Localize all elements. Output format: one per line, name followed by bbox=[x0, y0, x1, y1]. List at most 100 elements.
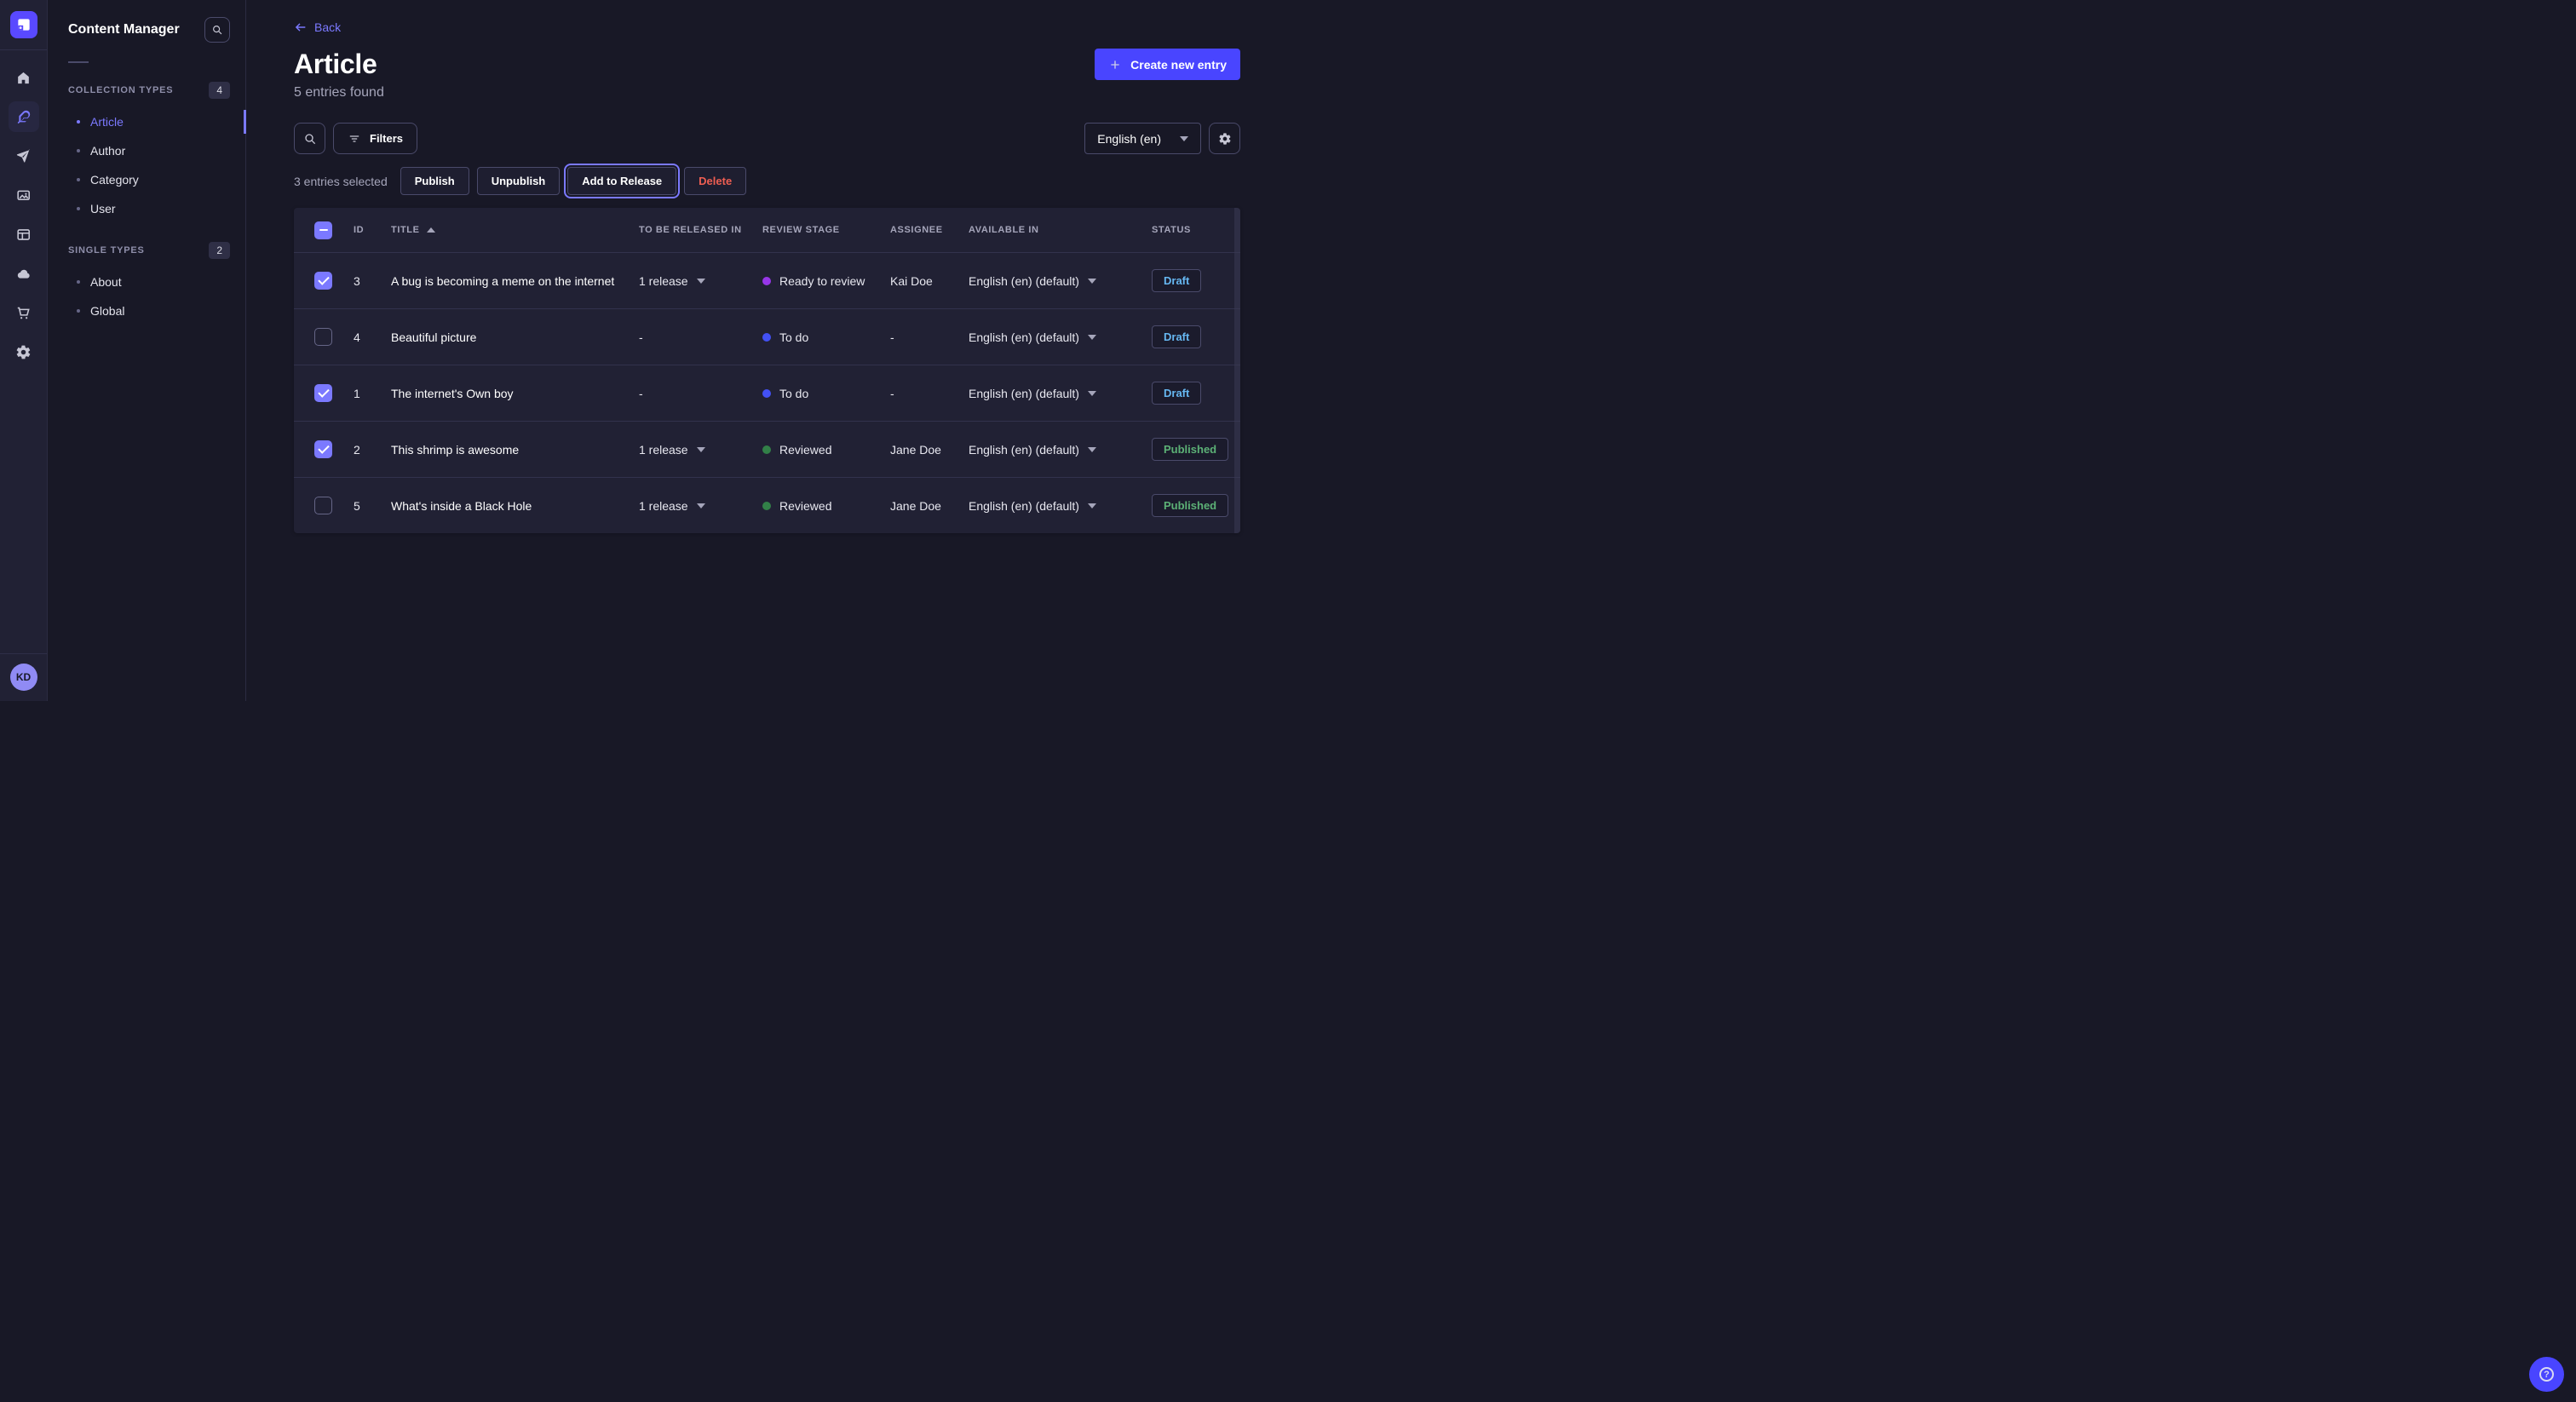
table-row[interactable]: 2 This shrimp is awesome 1 release Revie… bbox=[294, 421, 1240, 477]
release-cell[interactable]: - bbox=[639, 330, 762, 344]
section-label: SINGLE TYPES bbox=[68, 245, 145, 256]
strapi-logo[interactable] bbox=[10, 11, 37, 38]
release-caret-icon bbox=[697, 447, 705, 452]
sidebar-item-about[interactable]: About bbox=[48, 267, 245, 296]
nav-item-settings[interactable] bbox=[9, 336, 39, 367]
help-button[interactable]: ? bbox=[2529, 1357, 2564, 1392]
release-value: - bbox=[639, 387, 643, 400]
sidebar-item-category[interactable]: Category bbox=[48, 165, 245, 194]
row-checkbox[interactable] bbox=[314, 328, 332, 346]
add-to-release-button[interactable]: Add to Release bbox=[567, 167, 676, 195]
row-id: 4 bbox=[354, 330, 391, 344]
release-caret-icon bbox=[697, 503, 705, 509]
table-row[interactable]: 3 A bug is becoming a meme on the intern… bbox=[294, 252, 1240, 308]
row-title: Beautiful picture bbox=[391, 330, 639, 344]
available-in-cell[interactable]: English (en) (default) bbox=[969, 499, 1152, 513]
subnav-search-button[interactable] bbox=[204, 17, 230, 43]
column-available-in[interactable]: AVAILABLE IN bbox=[969, 225, 1152, 235]
release-caret-icon bbox=[697, 279, 705, 284]
status-cell: Published bbox=[1152, 494, 1233, 517]
release-cell[interactable]: - bbox=[639, 387, 762, 400]
section-label: COLLECTION TYPES bbox=[68, 85, 173, 95]
locale-select[interactable]: English (en) bbox=[1084, 123, 1201, 154]
filters-button[interactable]: Filters bbox=[333, 123, 417, 154]
column-status[interactable]: STATUS bbox=[1152, 225, 1233, 235]
column-assignee[interactable]: ASSIGNEE bbox=[890, 225, 969, 235]
table-row[interactable]: 4 Beautiful picture - To do - English (e… bbox=[294, 308, 1240, 365]
view-settings-button[interactable] bbox=[1209, 123, 1240, 154]
sidebar-item-article[interactable]: Article bbox=[48, 107, 245, 136]
feather-icon bbox=[15, 109, 32, 125]
nav-item-home[interactable] bbox=[9, 62, 39, 93]
section-collection-types: COLLECTION TYPES 4 Article Author Catego… bbox=[48, 82, 245, 223]
review-stage-dot bbox=[762, 502, 771, 510]
section-count-badge: 2 bbox=[209, 242, 230, 259]
user-avatar[interactable]: KD bbox=[10, 664, 37, 691]
table-row[interactable]: 1 The internet's Own boy - To do - Engli… bbox=[294, 365, 1240, 421]
delete-button[interactable]: Delete bbox=[684, 167, 746, 195]
search-icon bbox=[303, 132, 317, 146]
back-link[interactable]: Back bbox=[294, 20, 341, 34]
status-badge: Draft bbox=[1152, 269, 1201, 292]
column-title[interactable]: TITLE bbox=[391, 225, 639, 235]
status-badge: Draft bbox=[1152, 325, 1201, 348]
sidebar-item-user[interactable]: User bbox=[48, 194, 245, 223]
row-checkbox[interactable] bbox=[314, 384, 332, 402]
publish-button[interactable]: Publish bbox=[400, 167, 469, 195]
row-checkbox[interactable] bbox=[314, 272, 332, 290]
sidebar-item-global[interactable]: Global bbox=[48, 296, 245, 325]
available-in-value: English (en) (default) bbox=[969, 387, 1079, 400]
release-cell[interactable]: 1 release bbox=[639, 499, 762, 513]
table-row[interactable]: 5 What's inside a Black Hole 1 release R… bbox=[294, 477, 1240, 533]
available-in-cell[interactable]: English (en) (default) bbox=[969, 443, 1152, 457]
assignee-cell: Jane Doe bbox=[890, 499, 969, 513]
nav-item-content-manager[interactable] bbox=[9, 101, 39, 132]
bullet-icon bbox=[77, 120, 80, 124]
search-button[interactable] bbox=[294, 123, 325, 154]
release-cell[interactable]: 1 release bbox=[639, 443, 762, 457]
row-title: What's inside a Black Hole bbox=[391, 499, 639, 513]
available-in-cell[interactable]: English (en) (default) bbox=[969, 330, 1152, 344]
row-checkbox[interactable] bbox=[314, 497, 332, 514]
back-label: Back bbox=[314, 20, 341, 34]
caret-down-icon bbox=[1180, 136, 1188, 141]
available-in-caret-icon bbox=[1088, 503, 1096, 509]
table-scrollbar[interactable] bbox=[1234, 208, 1240, 533]
nav-item-content-type-builder[interactable] bbox=[9, 219, 39, 250]
sidebar-item-author[interactable]: Author bbox=[48, 136, 245, 165]
bullet-icon bbox=[77, 149, 80, 152]
status-cell: Published bbox=[1152, 438, 1233, 461]
review-stage-label: Reviewed bbox=[779, 499, 831, 513]
cart-icon bbox=[15, 305, 32, 321]
main-nav-footer: KD bbox=[0, 653, 47, 701]
column-review-stage[interactable]: REVIEW STAGE bbox=[762, 225, 890, 235]
available-in-value: English (en) (default) bbox=[969, 274, 1079, 288]
available-in-caret-icon bbox=[1088, 447, 1096, 452]
filter-icon bbox=[348, 132, 361, 146]
main-nav-items bbox=[9, 62, 39, 367]
review-stage-label: To do bbox=[779, 387, 808, 400]
arrow-left-icon bbox=[294, 20, 308, 34]
search-icon bbox=[211, 24, 223, 36]
create-new-entry-button[interactable]: Create new entry bbox=[1095, 49, 1240, 80]
nav-item-releases[interactable] bbox=[9, 141, 39, 171]
locale-value: English (en) bbox=[1097, 132, 1161, 146]
status-cell: Draft bbox=[1152, 269, 1233, 292]
sidebar-item-label: Author bbox=[90, 144, 125, 158]
gear-icon bbox=[15, 344, 32, 360]
assignee-cell: - bbox=[890, 330, 969, 344]
nav-item-media-library[interactable] bbox=[9, 180, 39, 210]
available-in-cell[interactable]: English (en) (default) bbox=[969, 274, 1152, 288]
section-count-badge: 4 bbox=[209, 82, 230, 99]
available-in-caret-icon bbox=[1088, 279, 1096, 284]
unpublish-button[interactable]: Unpublish bbox=[477, 167, 561, 195]
select-all-checkbox[interactable] bbox=[314, 221, 332, 239]
release-cell[interactable]: 1 release bbox=[639, 274, 762, 288]
row-checkbox[interactable] bbox=[314, 440, 332, 458]
nav-item-deploy[interactable] bbox=[9, 258, 39, 289]
available-in-cell[interactable]: English (en) (default) bbox=[969, 387, 1152, 400]
column-to-be-released-in[interactable]: TO BE RELEASED IN bbox=[639, 225, 762, 235]
nav-item-marketplace[interactable] bbox=[9, 297, 39, 328]
column-id[interactable]: ID bbox=[354, 225, 391, 235]
main-nav: KD bbox=[0, 0, 48, 701]
